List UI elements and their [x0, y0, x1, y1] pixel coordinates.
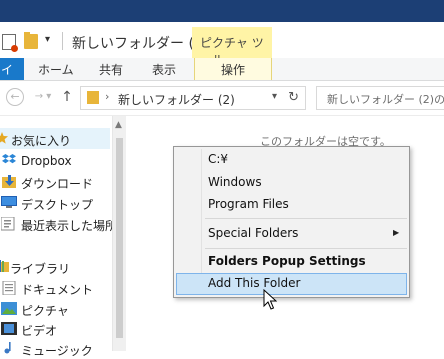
menu-separator: [205, 218, 407, 219]
nav-item-videos[interactable]: ビデオ: [21, 322, 57, 339]
download-icon: [2, 175, 16, 188]
menu-item-program-files[interactable]: Program Files: [208, 197, 289, 211]
properties-icon[interactable]: [2, 34, 18, 52]
search-placeholder: 新しいフォルダー (2)の検: [327, 93, 444, 106]
navigation-pane-scrollbar[interactable]: ▲: [112, 116, 126, 351]
new-folder-icon[interactable]: [24, 32, 38, 49]
documents-icon: [2, 281, 16, 295]
picture-tools-tab-group: ピクチャ ツール: [192, 27, 272, 67]
folders-popup-menu: C:¥ Windows Program Files Special Folder…: [173, 146, 410, 298]
menu-item-folders-popup-settings[interactable]: Folders Popup Settings: [208, 254, 366, 268]
quick-access-dropdown-icon[interactable]: ▾: [45, 34, 50, 45]
address-path[interactable]: 新しいフォルダー (2): [118, 91, 235, 108]
tab-view[interactable]: 表示: [152, 61, 176, 78]
pictures-icon: [1, 302, 17, 315]
menu-separator: [205, 248, 407, 249]
mouse-pointer-icon: [263, 289, 277, 310]
forward-dropdown-icon[interactable]: → ▾: [34, 88, 52, 106]
menu-item-special-folders[interactable]: Special Folders: [208, 226, 298, 240]
refresh-icon[interactable]: ↻: [288, 90, 299, 105]
library-icon: [0, 260, 9, 272]
back-arrow-icon[interactable]: ←: [6, 88, 24, 106]
tab-share[interactable]: 共有: [99, 61, 123, 78]
nav-item-desktop[interactable]: デスクトップ: [21, 196, 93, 213]
window-top-strip: [0, 0, 444, 22]
submenu-arrow-icon: ▶: [393, 228, 400, 237]
menu-item-c-drive[interactable]: C:¥: [208, 152, 228, 166]
menu-item-add-this-folder[interactable]: Add This Folder: [208, 276, 300, 290]
nav-item-pictures[interactable]: ピクチャ: [21, 302, 69, 319]
search-input[interactable]: 新しいフォルダー (2)の検: [316, 86, 444, 110]
address-history-dropdown-icon[interactable]: ▾: [272, 91, 277, 102]
nav-item-recent-places[interactable]: 最近表示した場所: [21, 217, 117, 234]
nav-item-libraries[interactable]: ライブラリ: [10, 260, 70, 277]
recent-places-icon: [1, 217, 15, 231]
videos-icon: [1, 322, 17, 335]
window-title: 新しいフォルダー (2): [72, 36, 209, 52]
star-icon: [0, 132, 8, 144]
tab-file[interactable]: イル: [0, 58, 24, 94]
menu-item-windows[interactable]: Windows: [208, 175, 262, 189]
scrollbar-thumb[interactable]: [116, 138, 123, 338]
address-bar[interactable]: › 新しいフォルダー (2) ▾ ↻: [80, 86, 306, 110]
nav-item-downloads[interactable]: ダウンロード: [21, 175, 93, 192]
dropbox-icon: [2, 154, 16, 164]
tab-manage[interactable]: 操作: [221, 61, 245, 78]
music-icon: [4, 342, 11, 354]
title-separator: [62, 32, 63, 50]
nav-item-favorites[interactable]: お気に入り: [11, 132, 71, 149]
desktop-icon: [1, 196, 17, 208]
nav-item-dropbox[interactable]: Dropbox: [21, 154, 72, 168]
nav-item-documents[interactable]: ドキュメント: [21, 281, 93, 298]
up-arrow-icon[interactable]: ↑: [58, 88, 76, 106]
tab-home[interactable]: ホーム: [38, 61, 74, 78]
scroll-up-icon[interactable]: ▲: [115, 120, 122, 130]
chevron-right-icon[interactable]: ›: [105, 90, 109, 103]
folder-icon: [87, 91, 99, 104]
